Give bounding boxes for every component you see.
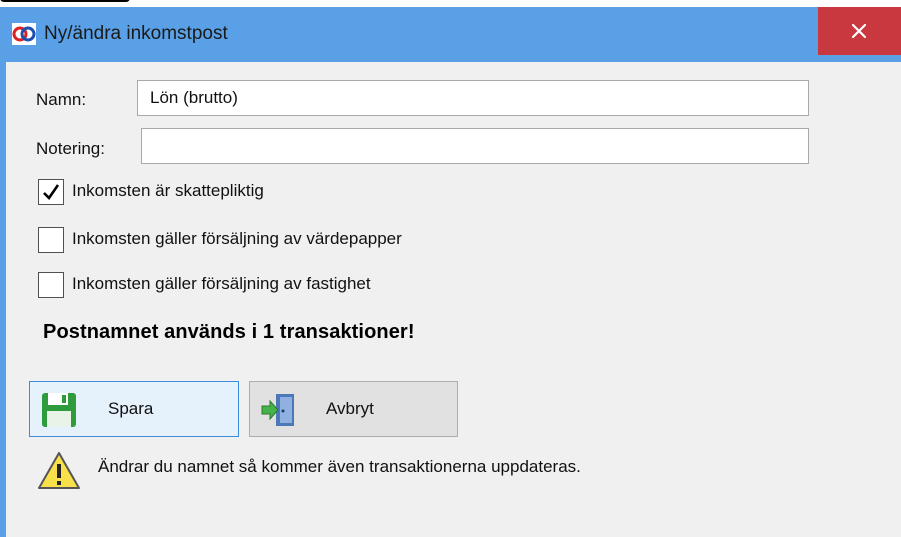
name-input[interactable] <box>137 80 809 116</box>
save-button-label: Spara <box>108 399 154 418</box>
property-label: Inkomsten gäller försäljning av fastighe… <box>72 274 371 293</box>
securities-checkbox[interactable] <box>38 227 64 253</box>
name-label: Namn: <box>36 90 87 109</box>
exit-door-icon <box>261 394 294 426</box>
cancel-button-label: Avbryt <box>326 399 374 418</box>
info-message: Ändrar du namnet så kommer även transakt… <box>98 457 581 476</box>
securities-label: Inkomsten gäller försäljning av värdepap… <box>72 229 402 248</box>
floppy-disk-icon <box>42 393 76 427</box>
note-input[interactable] <box>141 128 809 164</box>
cropped-top-strip <box>0 0 130 7</box>
dialog-body: Namn: Notering: Inkomsten är skatteplikt… <box>0 62 901 537</box>
dialog-window: Ny/ändra inkomstpost Namn: Notering: Ink… <box>0 0 901 537</box>
close-icon <box>851 23 867 39</box>
save-button[interactable]: Spara <box>29 381 239 437</box>
property-checkbox[interactable] <box>38 272 64 298</box>
note-label: Notering: <box>36 139 105 158</box>
taxable-label: Inkomsten är skattepliktig <box>72 181 264 200</box>
window-title: Ny/ändra inkomstpost <box>44 23 228 44</box>
close-button[interactable] <box>818 7 901 55</box>
usage-warning: Postnamnet används i 1 transaktioner! <box>43 321 415 343</box>
cancel-button[interactable]: Avbryt <box>249 381 458 437</box>
checkmark-icon <box>43 184 60 201</box>
app-logo-icon <box>12 23 36 45</box>
warning-triangle-icon <box>38 452 80 489</box>
taxable-checkbox[interactable] <box>38 179 64 205</box>
